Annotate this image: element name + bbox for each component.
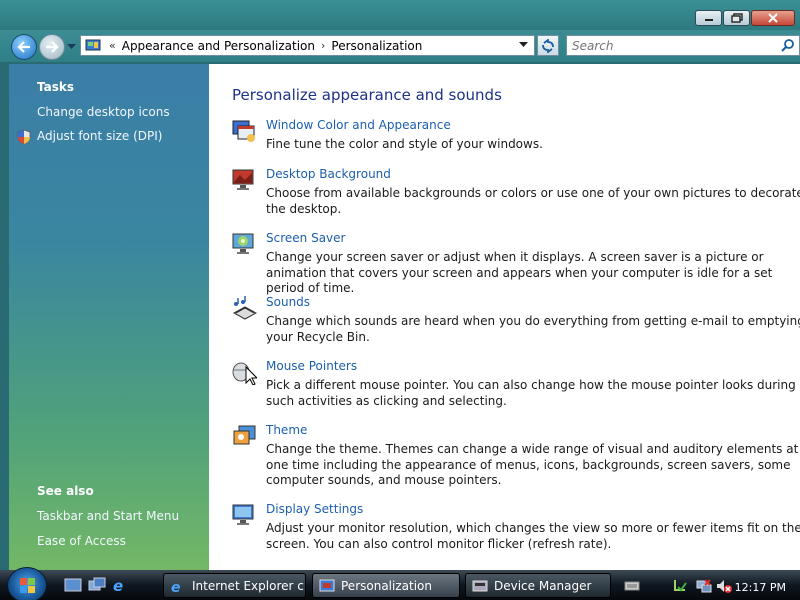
close-button[interactable] [751,10,795,26]
display-settings-link[interactable]: Display Settings [266,502,363,516]
windows-logo-icon [20,578,35,593]
back-arrow-icon [17,41,30,53]
switch-windows-icon[interactable] [88,577,106,593]
sounds-link[interactable]: Sounds [266,295,310,309]
theme-desc: Change the theme. Themes can change a wi… [266,442,799,487]
address-row: « Appearance and Personalization › Perso… [0,30,800,62]
window-color-link[interactable]: Window Color and Appearance [266,118,451,132]
taskbar-start-menu-link[interactable]: Taskbar and Start Menu [37,509,179,523]
screen-saver-link[interactable]: Screen Saver [266,231,345,245]
show-desktop-icon[interactable] [64,577,82,593]
taskbar-ie-label: Internet Explorer c... [192,578,306,593]
see-also-heading: See also [37,484,94,498]
screen-saver-icon [232,233,254,254]
minimize-button[interactable] [695,10,722,26]
svg-text:e: e [171,580,181,594]
minimize-icon [704,19,713,21]
window-controls [695,10,795,26]
svg-text:e: e [113,577,123,593]
maximize-button[interactable] [723,10,750,26]
mouse-pointer-icon [232,362,257,385]
sounds-desc: Change which sounds are heard when you d… [266,314,800,344]
breadcrumb-root-chevron[interactable]: « [109,39,116,52]
taskbar-device-manager[interactable]: Device Manager [465,573,611,598]
breadcrumb-personalization[interactable]: Personalization [331,39,422,53]
clock[interactable]: 12:17 PM [735,581,786,594]
window-color-desc: Fine tune the color and style of your wi… [266,137,543,151]
recent-pages-dropdown[interactable] [67,44,76,50]
refresh-icon [542,38,554,53]
restore-icon [730,13,743,23]
taskbar-personalization-label: Personalization [341,578,432,593]
title-bar [0,0,800,30]
taskbar-internet-explorer[interactable]: e Internet Explorer c... [163,573,306,598]
keyboard-icon[interactable] [624,580,640,592]
address-dropdown-icon[interactable] [519,42,528,48]
taskbar: e e Internet Explorer c... Personalizati… [0,567,800,600]
sounds-icon [232,296,257,320]
mouse-pointers-link[interactable]: Mouse Pointers [266,359,357,373]
task-pane: Tasks Change desktop icons Adjust font s… [9,64,209,570]
ease-of-access-link[interactable]: Ease of Access [37,534,126,548]
breadcrumb-separator[interactable]: › [321,39,325,52]
internet-explorer-icon: e [171,580,181,594]
system-tray: 12:17 PM [624,573,800,598]
close-icon [768,13,778,23]
device-manager-icon [472,580,488,591]
desktop-background-icon [232,169,254,190]
tasks-heading: Tasks [37,80,75,94]
taskbar-device-manager-label: Device Manager [494,578,592,593]
control-panel-icon [85,39,101,50]
main-content: Personalize appearance and sounds Window… [209,64,800,570]
screen-saver-desc: Change your screen saver or adjust when … [266,250,773,295]
safely-remove-hardware-icon[interactable] [672,578,688,594]
window-color-icon [232,120,255,142]
mouse-pointers-desc: Pick a different mouse pointer. You can … [266,378,796,408]
network-icon[interactable] [696,578,712,594]
volume-muted-icon[interactable] [716,578,732,594]
start-button[interactable] [7,567,47,600]
uac-shield-icon [17,129,31,145]
internet-explorer-quicklaunch-icon[interactable]: e [111,577,129,593]
page-title: Personalize appearance and sounds [232,86,502,104]
search-box[interactable] [566,35,800,56]
breadcrumb-appearance[interactable]: Appearance and Personalization [122,39,315,53]
display-settings-icon [232,504,254,525]
theme-icon [233,425,256,445]
forward-arrow-icon [46,41,59,53]
refresh-button[interactable] [537,35,559,56]
theme-link[interactable]: Theme [266,423,307,437]
adjust-font-size-link[interactable]: Adjust font size (DPI) [37,129,162,143]
desktop-background-desc: Choose from available backgrounds or col… [266,186,800,216]
personalization-taskbar-icon [319,579,335,591]
display-settings-desc: Adjust your monitor resolution, which ch… [266,521,800,551]
desktop-background-link[interactable]: Desktop Background [266,167,391,181]
forward-button[interactable] [39,34,65,60]
back-button[interactable] [11,34,37,60]
search-input[interactable] [567,38,772,53]
taskbar-personalization[interactable]: Personalization [312,573,460,598]
change-desktop-icons-link[interactable]: Change desktop icons [37,105,170,119]
address-bar[interactable]: « Appearance and Personalization › Perso… [80,35,535,56]
search-icon[interactable] [781,39,795,53]
